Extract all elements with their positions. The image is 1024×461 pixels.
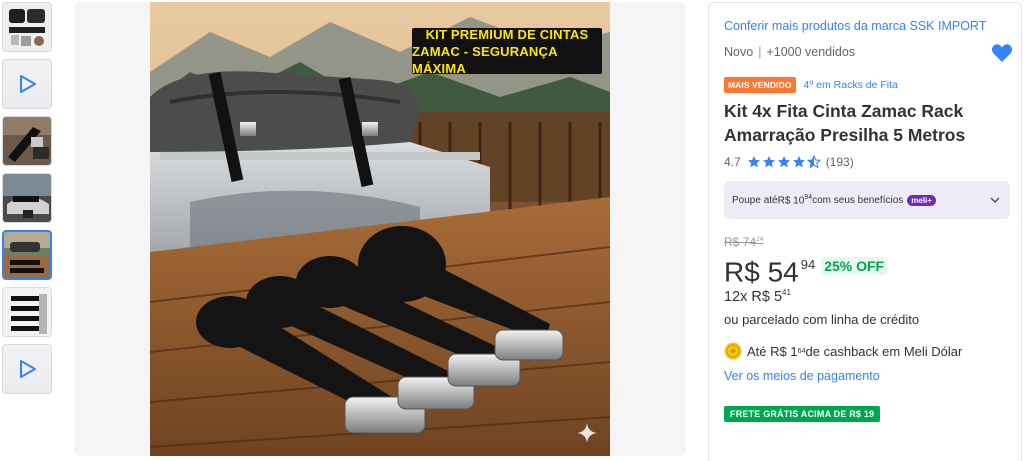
condition-sold: Novo | +1000 vendidos (724, 45, 855, 59)
product-title: Kit 4x Fita Cinta Zamac Rack Amarração P… (724, 101, 966, 145)
original-price: R$ 7424 (724, 235, 763, 249)
best-seller-badge: MAIS VENDIDO (724, 77, 796, 93)
sold-count: +1000 vendidos (766, 45, 856, 59)
rating-value: 4.7 (724, 155, 741, 169)
credit-line-text: ou parcelado com linha de crédito (724, 312, 920, 327)
meli-plus-badge: meli+ (907, 194, 936, 206)
product-info-panel: Conferir mais produtos da marca SSK IMPO… (708, 2, 1022, 461)
promo-amount: R$ 1094 (778, 194, 812, 206)
thumb-straps-pack[interactable] (2, 2, 52, 52)
cashback-before: Até R$ 1 (747, 343, 798, 359)
star-icon (747, 156, 760, 168)
promo-text-after: com seus benefícios (812, 194, 904, 206)
payment-methods-link[interactable]: Ver os meios de pagamento (724, 369, 880, 383)
current-price: R$ 54 94 (724, 249, 815, 290)
old-price-main: R$ 74 (724, 235, 757, 249)
installments: 12x R$ 541 (724, 288, 791, 305)
rating-summary[interactable]: 4.7 (193) (724, 155, 854, 169)
video-play-icon (3, 345, 51, 393)
thumb-strap-buckle[interactable] (2, 116, 52, 166)
condition-label: Novo (724, 45, 754, 59)
thumb-video-1[interactable] (2, 59, 52, 109)
brand-products-link[interactable]: Conferir mais produtos da marca SSK IMPO… (724, 19, 986, 33)
promo-text-before: Poupe até (732, 194, 778, 206)
star-half-icon (806, 155, 821, 169)
thumb-video-2[interactable] (2, 344, 52, 394)
product-page: KIT PREMIUM DE CINTAS ZAMAC - SEGURANÇA … (0, 0, 1024, 461)
banner-line-1: KIT PREMIUM DE CINTAS (425, 26, 589, 42)
banner-line-2: ZAMAC - SEGURANÇA MÁXIMA (412, 43, 558, 76)
heart-icon[interactable] (991, 43, 1013, 63)
installments-main: 12x R$ 5 (724, 288, 783, 305)
promo-amount-main: R$ 10 (777, 195, 805, 207)
free-shipping-badge: FRETE GRÁTIS ACIMA DE R$ 19 (724, 406, 881, 422)
product-banner: KIT PREMIUM DE CINTAS ZAMAC - SEGURANÇA … (412, 26, 602, 76)
discount-badge: 25% OFF (821, 257, 888, 275)
chevron-down-icon (990, 197, 1000, 204)
main-product-image[interactable]: KIT PREMIUM DE CINTAS ZAMAC - SEGURANÇA … (150, 2, 610, 456)
thumbnail-list (2, 2, 54, 401)
cashback-cents: 64 (797, 347, 806, 355)
star-icon (762, 156, 775, 168)
rating-count: (193) (825, 155, 854, 169)
old-price-cents: 24 (756, 236, 764, 243)
thumb-straps-lined[interactable] (2, 287, 52, 337)
cashback-info: Até R$ 1 64 de cashback em Meli Dólar (724, 342, 962, 360)
star-icon (777, 156, 790, 168)
promo-amount-cents: 94 (804, 193, 813, 201)
benefits-promo[interactable]: Poupe até R$ 1094 com seus benefícios me… (724, 181, 1010, 219)
product-gallery: KIT PREMIUM DE CINTAS ZAMAC - SEGURANÇA … (74, 2, 686, 456)
star-icon (792, 156, 805, 168)
thumb-straps-roof[interactable] (2, 230, 52, 280)
badge-row: MAIS VENDIDO 4º em Racks de Fita (724, 77, 898, 93)
sparkle-icon (577, 423, 597, 443)
price-row: R$ 54 94 25% OFF (724, 249, 888, 290)
cashback-after: de cashback em Meli Dólar (805, 343, 963, 359)
separator: | (758, 45, 762, 59)
installments-cents: 41 (782, 288, 791, 297)
category-ranking-link[interactable]: 4º em Racks de Fita (804, 79, 898, 91)
meli-dollar-coin-icon (724, 342, 742, 360)
thumb-car-rack[interactable] (2, 173, 52, 223)
rating-stars (747, 155, 821, 169)
video-play-icon (3, 60, 51, 108)
price-main: R$ 54 (724, 256, 799, 288)
price-cents: 94 (800, 257, 816, 272)
